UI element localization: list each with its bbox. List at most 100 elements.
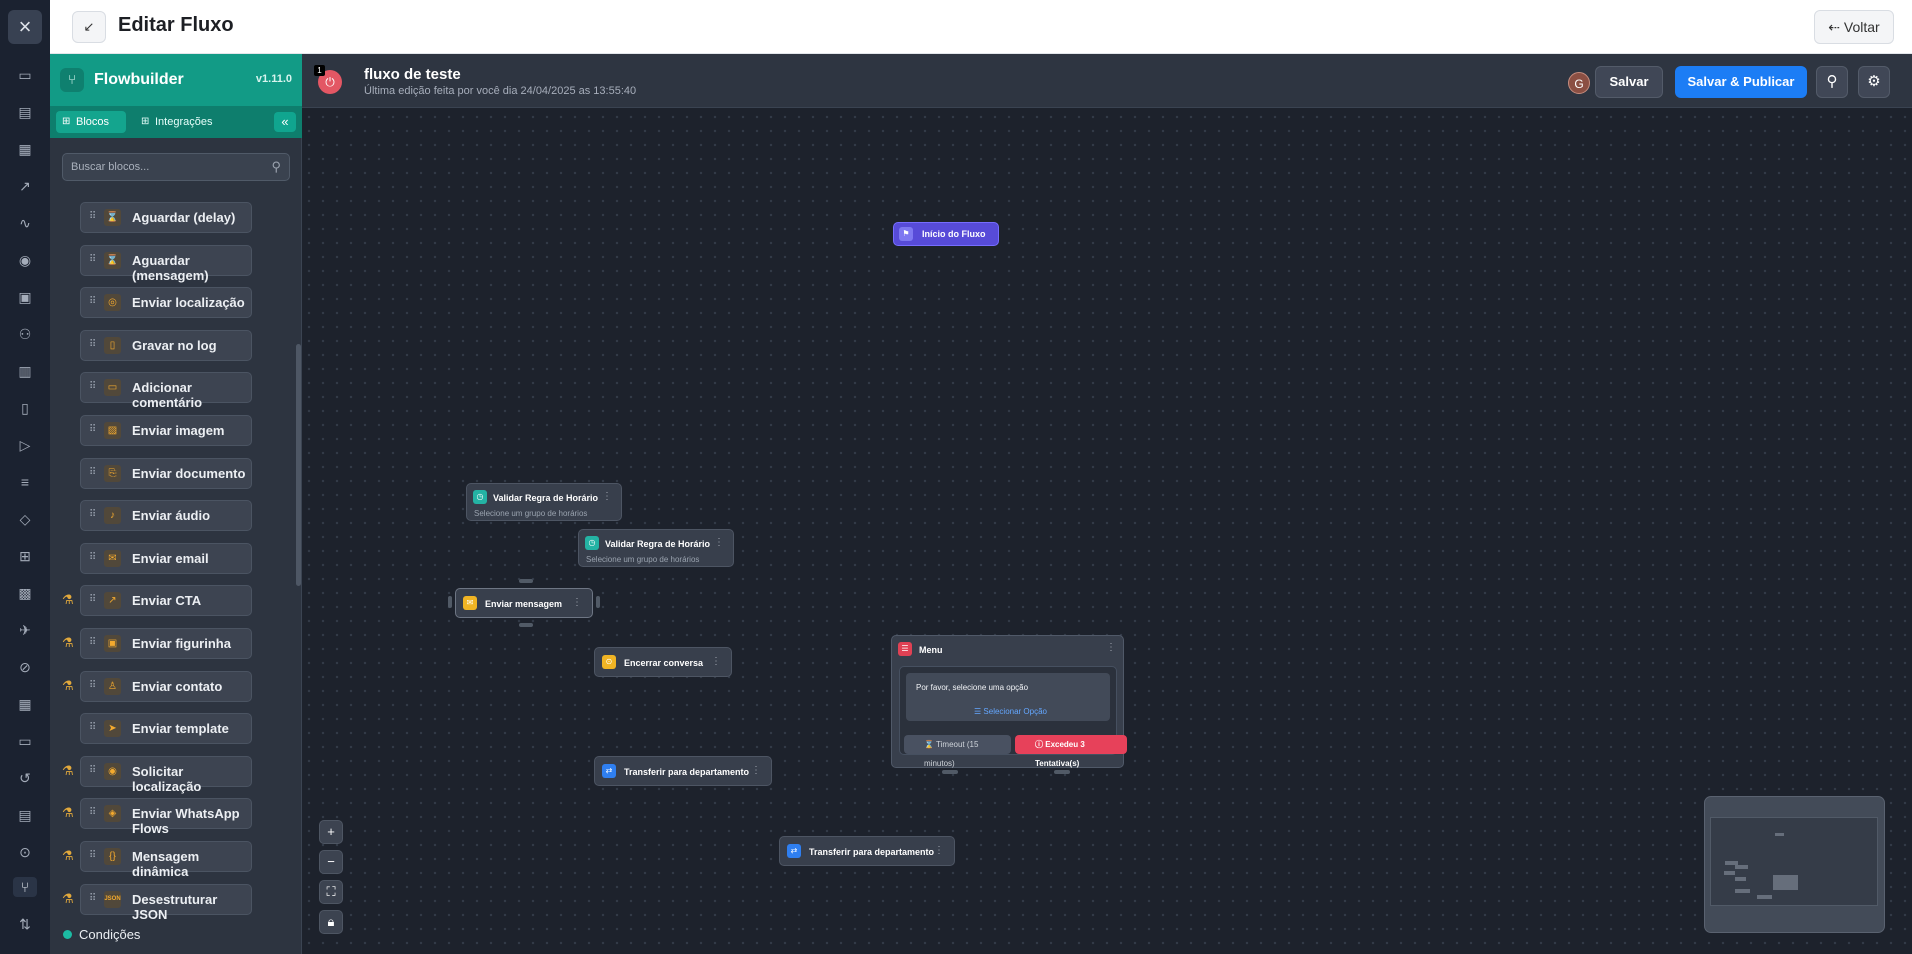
save-button[interactable]: Salvar	[1595, 66, 1663, 98]
drag-handle-icon[interactable]: ⠿	[89, 296, 96, 307]
exceeded-output[interactable]: ⓘ Excedeu 3 Tentativa(s)	[1015, 735, 1127, 768]
block-item[interactable]: ⠿ ✉ Enviar email	[80, 542, 252, 574]
select-option-button[interactable]: ☰ Selecionar Opção	[974, 707, 1047, 716]
users-icon[interactable]: ⚇	[13, 324, 37, 344]
lock-button[interactable]: 🔒︎	[319, 910, 343, 934]
validar-horario-node[interactable]: ◷ Validar Regra de Horário Selecione um …	[466, 483, 622, 521]
drag-handle-icon[interactable]: ⠿	[89, 807, 96, 818]
tab-integracoes[interactable]: ⊞ Integrações	[135, 111, 225, 133]
block-item[interactable]: ⠿ ▭ Adicionar comentário	[80, 372, 252, 410]
transferir-departamento-node[interactable]: ⇄ Transferir para departamento ⋮	[594, 756, 772, 786]
drag-handle-icon[interactable]: ⠿	[89, 637, 96, 648]
block-item[interactable]: ⠿ ◎ Enviar localização	[80, 287, 252, 319]
connection-handle[interactable]	[942, 770, 958, 774]
apps-icon[interactable]: ▦	[13, 694, 37, 714]
block-item[interactable]: ⠿ ▨ Enviar imagem	[80, 415, 252, 446]
node-menu-icon[interactable]: ⋮	[602, 491, 612, 502]
eye-icon[interactable]: ◉	[13, 250, 37, 270]
node-menu-icon[interactable]: ⋮	[1106, 642, 1116, 653]
history-icon[interactable]: ↺	[13, 768, 37, 788]
block-item[interactable]: ⠿ ➤ Enviar template	[80, 713, 252, 745]
node-menu-icon[interactable]: ⋮	[751, 765, 761, 776]
calendar-icon[interactable]: ▤	[13, 805, 37, 825]
back-button[interactable]: ⇠ Voltar	[1814, 10, 1894, 44]
node-menu-icon[interactable]: ⋮	[711, 656, 721, 667]
connection-handle[interactable]	[448, 596, 452, 608]
drag-handle-icon[interactable]: ⠿	[89, 680, 96, 691]
collapse-sidebar-button[interactable]: «	[274, 112, 296, 132]
canvas-search-button[interactable]: ⚲	[1816, 66, 1848, 98]
block-search-input[interactable]: Buscar blocos... ⚲	[62, 153, 290, 181]
drag-handle-icon[interactable]: ⠿	[89, 893, 96, 904]
transferir-departamento-node[interactable]: ⇄ Transferir para departamento ⋮	[779, 836, 955, 866]
start-node[interactable]: ⚑ Início do Fluxo	[893, 222, 999, 246]
grid-icon[interactable]: ⊞	[13, 546, 37, 566]
zoom-out-button[interactable]: −	[319, 850, 343, 874]
section-condicoes[interactable]: Condições	[63, 927, 140, 942]
broadcast-icon[interactable]: ⊙	[13, 842, 37, 862]
menu-node[interactable]: ☰ Menu ⋮ Por favor, selecione uma opção …	[891, 635, 1127, 768]
contacts-icon[interactable]: ▯	[13, 398, 37, 418]
drag-handle-icon[interactable]: ⠿	[89, 339, 96, 350]
validar-horario-node[interactable]: ◷ Validar Regra de Horário Selecione um …	[578, 529, 734, 567]
id-card-icon[interactable]: ▭	[13, 731, 37, 751]
collapse-button[interactable]: ↙	[72, 11, 106, 43]
drag-handle-icon[interactable]: ⠿	[89, 594, 96, 605]
drag-handle-icon[interactable]: ⠿	[89, 509, 96, 520]
drag-handle-icon[interactable]: ⠿	[89, 211, 96, 222]
drag-handle-icon[interactable]: ⠿	[89, 722, 96, 733]
drag-handle-icon[interactable]: ⠿	[89, 381, 96, 392]
tag-icon[interactable]: ◇	[13, 509, 37, 529]
connection-handle[interactable]	[596, 596, 600, 608]
chat-bubbles-icon[interactable]: ▭	[13, 65, 37, 85]
connection-handle[interactable]	[1054, 770, 1070, 774]
block-item[interactable]: ⠿ ♙ Enviar contato	[80, 670, 252, 702]
close-icon[interactable]: ×	[8, 10, 42, 44]
fit-view-button[interactable]: ⛶	[319, 880, 343, 904]
send-icon[interactable]: ▷	[13, 435, 37, 455]
drag-handle-icon[interactable]: ⠿	[89, 552, 96, 563]
block-item[interactable]: ⠿ ▯ Gravar no log	[80, 329, 252, 361]
drag-handle-icon[interactable]: ⠿	[89, 850, 96, 861]
drag-handle-icon[interactable]: ⠿	[89, 254, 96, 265]
tab-blocos[interactable]: ⊞ Blocos	[56, 111, 126, 133]
dashboard-icon[interactable]: ▦	[13, 139, 37, 159]
drag-handle-icon[interactable]: ⠿	[89, 424, 96, 435]
drag-handle-icon[interactable]: ⠿	[89, 467, 96, 478]
ban-icon[interactable]: ⊘	[13, 657, 37, 677]
block-item[interactable]: ⠿ ◉ Solicitar localização	[80, 755, 252, 794]
activity-icon[interactable]: ∿	[13, 213, 37, 233]
settings-button[interactable]: ⚙	[1858, 66, 1890, 98]
chart-icon[interactable]: ↗	[13, 176, 37, 196]
block-item[interactable]: ⠿ JSON Desestruturar JSON	[80, 883, 252, 922]
flow-icon[interactable]: ⑂	[13, 877, 37, 897]
briefcase-icon[interactable]: ▣	[13, 287, 37, 307]
flow-canvas[interactable]: ⏻ 1 fluxo de teste Última edição feita po…	[302, 54, 1912, 954]
messages-icon[interactable]: ▤	[13, 102, 37, 122]
block-item[interactable]: ⠿ ⌛ Aguardar (mensagem)	[80, 244, 252, 283]
building-icon[interactable]: ▥	[13, 361, 37, 381]
sidebar-scrollbar[interactable]	[296, 344, 301, 586]
connection-handle[interactable]	[519, 579, 533, 583]
save-publish-button[interactable]: Salvar & Publicar	[1675, 66, 1807, 98]
contact-card-icon[interactable]: ▩	[13, 583, 37, 603]
drag-handle-icon[interactable]: ⠿	[89, 765, 96, 776]
node-menu-icon[interactable]: ⋮	[714, 537, 724, 548]
block-item[interactable]: ⠿ ▣ Enviar figurinha	[80, 628, 252, 659]
node-menu-icon[interactable]: ⋮	[572, 597, 582, 608]
block-item[interactable]: ⠿ {} Mensagem dinâmica	[80, 841, 252, 879]
connection-handle[interactable]	[519, 623, 533, 627]
block-item[interactable]: ⠿ ↗ Enviar CTA	[80, 585, 252, 617]
block-item[interactable]: ⠿ ⎘ Enviar documento	[80, 457, 252, 489]
timeout-output[interactable]: ⌛ Timeout (15 minutos)	[904, 735, 1011, 768]
block-item[interactable]: ⠿ ◈ Enviar WhatsApp Flows	[80, 798, 252, 836]
list-icon[interactable]: ≡	[13, 472, 37, 492]
plane-icon[interactable]: ✈	[13, 620, 37, 640]
encerrar-conversa-node[interactable]: ⊙ Encerrar conversa ⋮	[594, 647, 732, 677]
block-item[interactable]: ⠿ ⌛ Aguardar (delay)	[80, 202, 252, 233]
swap-icon[interactable]: ⇅	[13, 914, 37, 934]
node-menu-icon[interactable]: ⋮	[934, 845, 944, 856]
enviar-mensagem-node[interactable]: ✉ Enviar mensagem ⋮	[455, 588, 593, 618]
block-item[interactable]: ⠿ ♪ Enviar áudio	[80, 500, 252, 532]
avatar[interactable]: G	[1568, 72, 1590, 94]
